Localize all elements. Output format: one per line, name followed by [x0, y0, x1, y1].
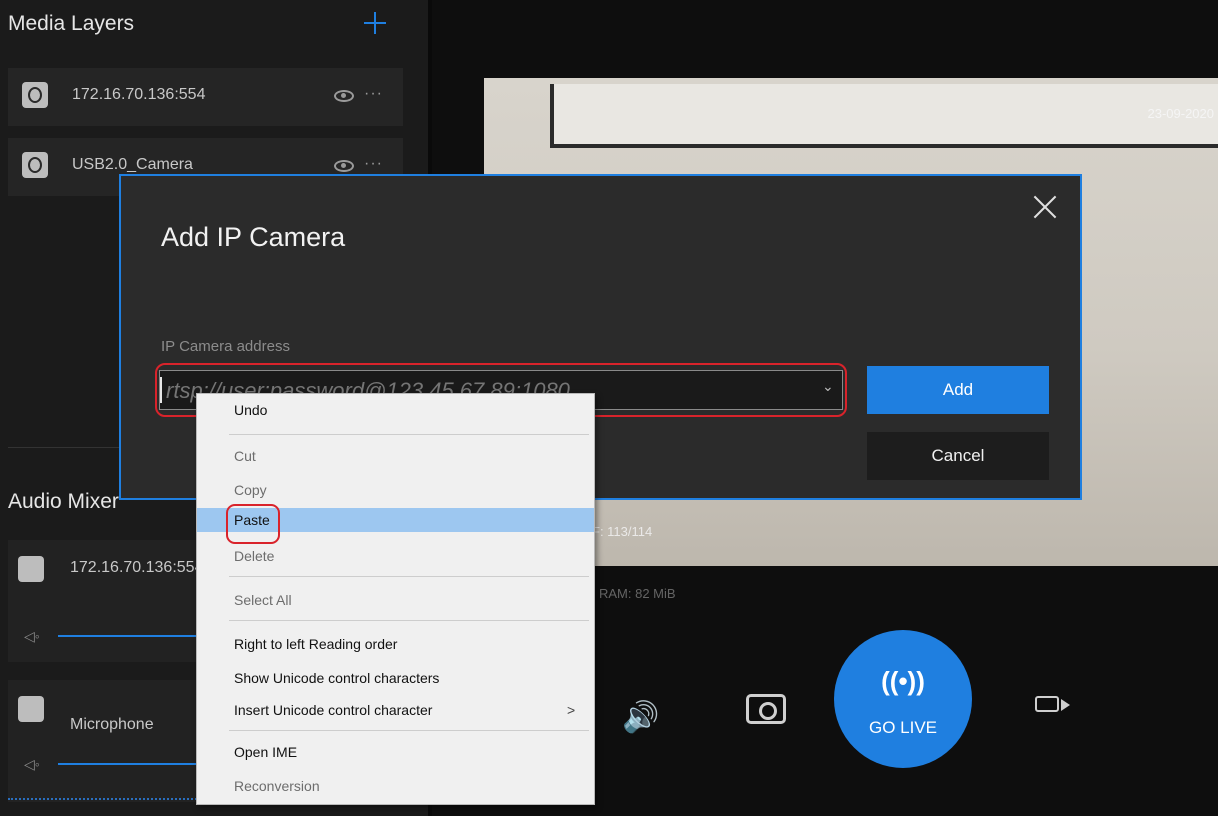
menu-separator — [229, 576, 589, 577]
menu-item-label: Select All — [234, 592, 292, 608]
more-options-icon[interactable]: ··· — [364, 155, 383, 173]
menu-separator — [229, 730, 589, 731]
menu-item-label: Right to left Reading order — [234, 636, 398, 652]
menu-item-delete[interactable]: Delete — [197, 544, 594, 568]
menu-item-select-all[interactable]: Select All — [197, 588, 594, 612]
mixer-label: 172.16.70.136:554 — [70, 559, 204, 576]
mixer-label: Microphone — [70, 716, 154, 733]
menu-separator — [229, 434, 589, 435]
menu-item-label: Cut — [234, 448, 256, 464]
preview-date: 23-09-2020 — [1147, 106, 1215, 121]
ip-audio-icon — [18, 556, 44, 582]
menu-item-show-unicode[interactable]: Show Unicode control characters — [197, 666, 594, 690]
menu-separator — [229, 620, 589, 621]
context-menu: Undo Cut Copy Paste Delete Select All Ri… — [196, 393, 595, 805]
frame-stats: F: 113/114 — [592, 524, 653, 539]
menu-item-label: Open IME — [234, 744, 298, 760]
menu-item-copy[interactable]: Copy — [197, 478, 594, 502]
menu-item-label: Show Unicode control characters — [234, 670, 440, 686]
menu-item-reconversion[interactable]: Reconversion — [197, 774, 594, 798]
ram-stats: | RAM: 82 MiB — [592, 586, 676, 601]
record-icon[interactable] — [1035, 696, 1070, 712]
level-meter — [8, 798, 208, 800]
snapshot-camera-icon[interactable] — [746, 694, 786, 724]
field-label: IP Camera address — [161, 338, 290, 355]
add-layer-icon[interactable] — [360, 8, 390, 38]
annotation-circle — [226, 504, 280, 544]
webcam-icon — [22, 152, 48, 178]
menu-item-label: Insert Unicode control character — [234, 702, 433, 718]
go-live-button[interactable]: ((•)) GO LIVE — [834, 630, 972, 768]
submenu-arrow-icon: > — [567, 702, 576, 718]
dialog-title: Add IP Camera — [161, 222, 346, 252]
menu-item-open-ime[interactable]: Open IME — [197, 740, 594, 764]
visibility-eye-icon[interactable] — [334, 90, 354, 102]
menu-item-label: Reconversion — [234, 778, 320, 794]
menu-item-rtl[interactable]: Right to left Reading order — [197, 632, 594, 656]
more-options-icon[interactable]: ··· — [364, 85, 383, 103]
layer-label: 172.16.70.136:554 — [72, 86, 206, 103]
go-live-label: GO LIVE — [868, 718, 938, 737]
menu-item-label: Copy — [234, 482, 267, 498]
visibility-hidden-icon[interactable] — [334, 160, 354, 172]
media-layer-item[interactable]: 172.16.70.136:554 ··· — [8, 68, 403, 126]
layer-label: USB2.0_Camera — [72, 156, 193, 173]
menu-item-undo[interactable]: Undo — [197, 398, 594, 422]
add-button[interactable]: Add — [867, 366, 1049, 414]
projector-screen — [550, 84, 1218, 148]
menu-item-insert-unicode[interactable]: Insert Unicode control character > — [197, 698, 594, 722]
broadcast-icon: ((•)) — [881, 666, 925, 696]
speaker-icon[interactable]: ◁◦ — [24, 628, 40, 645]
menu-item-label: Delete — [234, 548, 275, 564]
microphone-icon — [18, 696, 44, 722]
cancel-button[interactable]: Cancel — [867, 432, 1049, 480]
speaker-icon[interactable]: ◁◦ — [24, 756, 40, 773]
menu-item-cut[interactable]: Cut — [197, 444, 594, 468]
ip-camera-icon — [22, 82, 48, 108]
volume-icon[interactable]: 🔊 — [622, 700, 659, 735]
audio-mixer-title: Audio Mixer — [8, 490, 119, 513]
menu-item-label: Undo — [234, 402, 268, 418]
close-icon[interactable] — [1031, 194, 1059, 222]
media-layers-title: Media Layers — [8, 12, 135, 35]
